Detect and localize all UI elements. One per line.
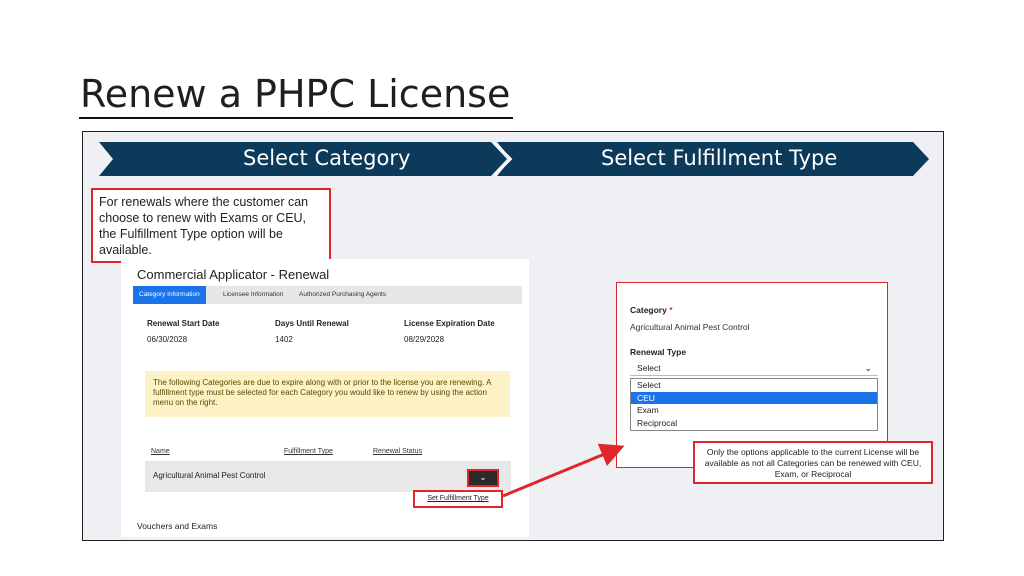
screenshot-frame: Select Category Select Fulfillment Type … <box>82 131 944 541</box>
arrow-line <box>502 443 625 498</box>
connector-arrow <box>502 443 625 498</box>
title-underline <box>79 117 513 119</box>
slide-title: Renew a PHPC License <box>80 72 511 116</box>
